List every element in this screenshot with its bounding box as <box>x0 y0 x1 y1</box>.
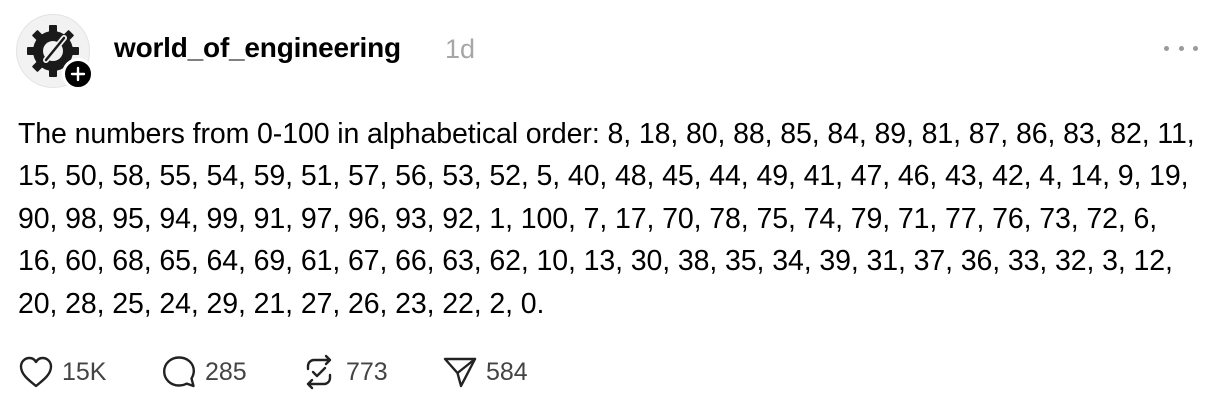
more-icon-dot <box>1193 45 1198 51</box>
avatar-container[interactable] <box>16 14 94 92</box>
plus-icon <box>70 66 86 82</box>
more-options-button[interactable] <box>1164 38 1198 58</box>
send-icon <box>443 357 477 388</box>
share-button[interactable]: 584 <box>442 352 528 392</box>
comment-count: 285 <box>205 357 247 386</box>
more-icon-dot <box>1178 45 1184 51</box>
heart-icon <box>19 356 53 388</box>
like-count: 15K <box>62 357 107 386</box>
repost-count: 773 <box>346 357 388 386</box>
repost-icon <box>306 354 332 390</box>
share-count: 584 <box>486 357 528 386</box>
more-icon <box>1164 45 1169 51</box>
username[interactable]: world_of_engineering <box>114 32 401 64</box>
comment-button[interactable]: 285 <box>161 352 247 392</box>
repost-button[interactable]: 773 <box>300 352 388 392</box>
post-card: world_of_engineering 1d The numbers from… <box>0 0 1220 406</box>
timestamp: 1d <box>445 34 476 64</box>
post-text: The numbers from 0-100 in alphabetical o… <box>18 118 1195 320</box>
comment-icon <box>163 356 195 388</box>
like-button[interactable]: 15K <box>18 352 106 392</box>
follow-button[interactable] <box>62 58 94 90</box>
